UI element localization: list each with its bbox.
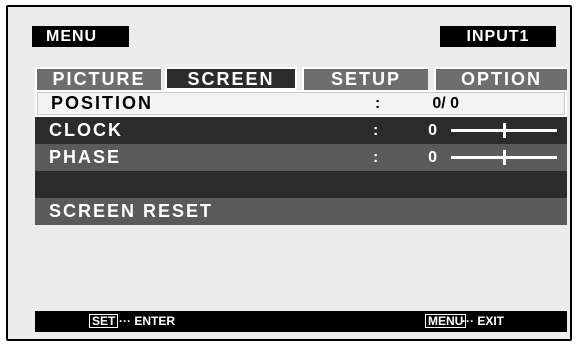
input-source-badge: INPUT1 — [440, 26, 556, 47]
clock-slider-knob[interactable] — [503, 123, 506, 138]
set-key: SET — [89, 314, 119, 328]
phase-label: PHASE — [49, 147, 122, 167]
position-label: POSITION — [51, 93, 154, 113]
menu-key: MENU — [425, 314, 467, 328]
exit-hint: ··· EXIT — [462, 314, 504, 328]
tab-screen[interactable]: SCREEN — [165, 67, 297, 90]
position-colon: : — [375, 95, 381, 112]
clock-value: 0 — [428, 122, 437, 139]
phase-value: 0 — [428, 149, 437, 166]
menu-row-screen-reset[interactable]: SCREEN RESET — [35, 198, 567, 225]
enter-hint: ··· ENTER — [119, 314, 175, 328]
footer-bar: SET ··· ENTER MENU ··· EXIT — [35, 311, 567, 332]
position-value: 0/ 0 — [432, 95, 459, 112]
menu-row-phase[interactable]: PHASE : 0 — [35, 144, 567, 171]
menu-row-empty — [35, 171, 567, 198]
tab-option[interactable]: OPTION — [434, 67, 567, 90]
menu-row-clock[interactable]: CLOCK : 0 — [35, 117, 567, 144]
clock-slider[interactable] — [451, 123, 557, 138]
clock-label: CLOCK — [49, 120, 123, 140]
menu-row-position[interactable]: POSITION : 0/ 0 — [35, 90, 567, 117]
tab-setup[interactable]: SETUP — [302, 67, 428, 90]
screen-reset-label: SCREEN RESET — [49, 201, 214, 221]
phase-slider-knob[interactable] — [503, 150, 506, 165]
phase-colon: : — [373, 149, 379, 166]
tab-picture[interactable]: PICTURE — [35, 67, 161, 90]
clock-colon: : — [373, 122, 379, 139]
phase-slider[interactable] — [451, 150, 557, 165]
menu-title: MENU — [32, 26, 129, 47]
